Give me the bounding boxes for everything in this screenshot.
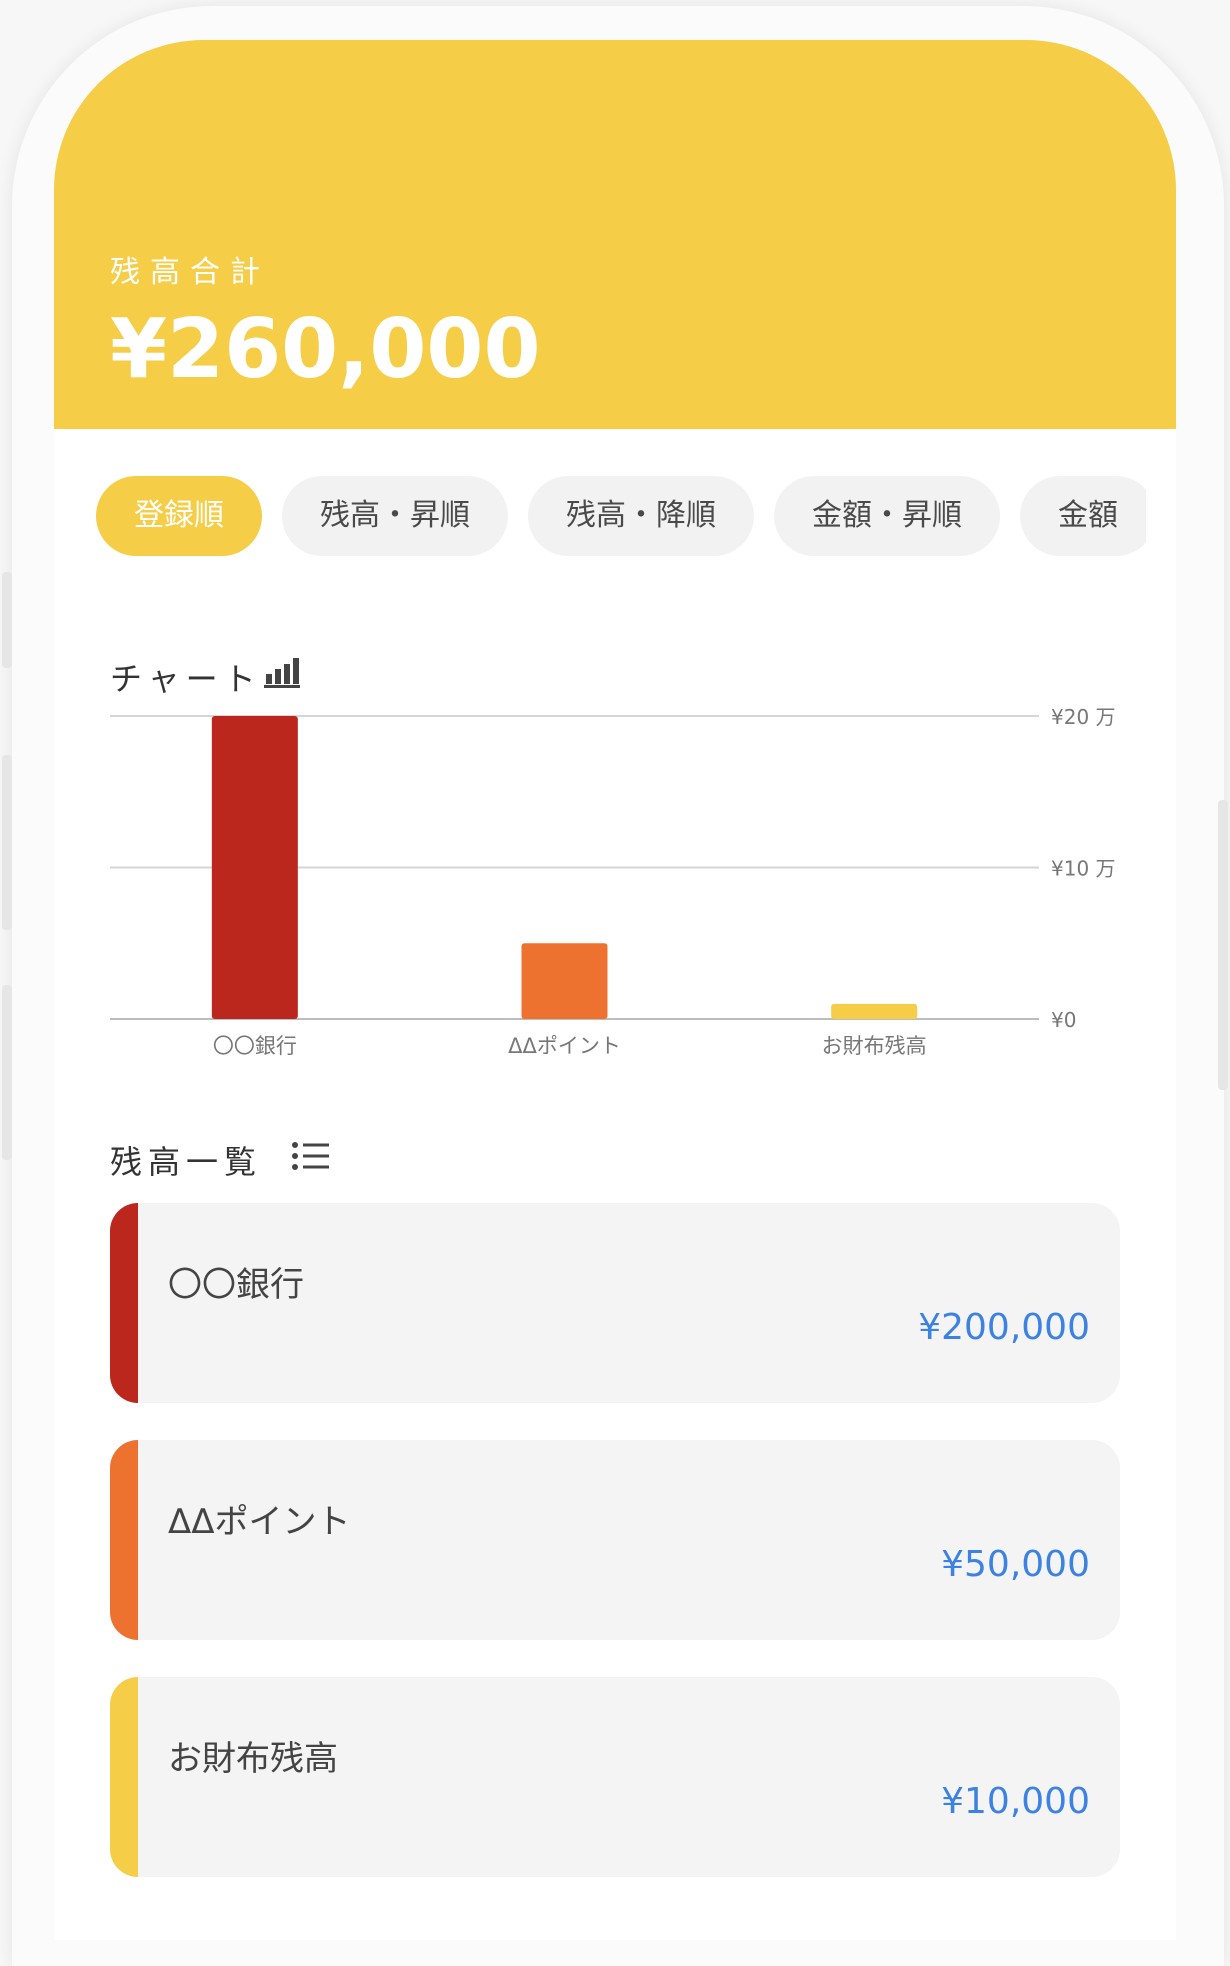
- account-name: 〇〇銀行: [168, 1265, 304, 1305]
- account-list: 〇〇銀行 ¥200,000 ΔΔポイント ¥50,000 お財布残高 ¥10,0…: [110, 1203, 1120, 1914]
- x-category-label: お財布残高: [822, 1034, 927, 1058]
- list-icon: [292, 1142, 329, 1170]
- x-category-label: ΔΔポイント: [508, 1034, 621, 1058]
- y-tick-label: ¥10 万: [1051, 857, 1116, 881]
- balance-chart: ¥20 万 ¥10 万 ¥0 〇〇銀行 ΔΔポイント お財布残高: [110, 705, 1116, 1058]
- account-amount: ¥50,000: [941, 1544, 1090, 1585]
- y-tick-label: ¥0: [1051, 1008, 1076, 1032]
- account-color-stripe: [110, 1677, 138, 1877]
- account-color-stripe: [110, 1203, 138, 1403]
- x-category-label: 〇〇銀行: [213, 1034, 297, 1058]
- account-card-points[interactable]: ΔΔポイント ¥50,000: [110, 1440, 1120, 1640]
- app-screen: 残高合計 ¥260,000 登録順 残高・昇順 残高・降順 金額・昇順 金額 チャート …: [54, 40, 1176, 1940]
- tab-amount-ascending[interactable]: 金額・昇順: [774, 476, 1000, 556]
- total-balance-value: ¥260,000: [110, 302, 541, 397]
- account-amount: ¥10,000: [941, 1781, 1090, 1822]
- y-tick-label: ¥20 万: [1051, 705, 1116, 729]
- tab-balance-ascending[interactable]: 残高・昇順: [282, 476, 508, 556]
- power-button: [1218, 800, 1228, 1090]
- volume-down-button: [2, 985, 12, 1160]
- balance-header: 残高合計 ¥260,000: [54, 40, 1176, 429]
- side-button: [2, 572, 12, 668]
- list-section-title: 残高一覧: [110, 1143, 263, 1181]
- account-name: ΔΔポイント: [168, 1502, 351, 1542]
- account-name: お財布残高: [168, 1739, 338, 1779]
- tab-balance-descending[interactable]: 残高・降順: [528, 476, 754, 556]
- chart-bar[interactable]: [831, 1003, 918, 1019]
- tab-registration-order[interactable]: 登録順: [96, 476, 262, 556]
- chart-bar[interactable]: [521, 943, 608, 1019]
- account-card-wallet[interactable]: お財布残高 ¥10,000: [110, 1677, 1120, 1877]
- sort-tabs: 登録順 残高・昇順 残高・降順 金額・昇順 金額: [96, 476, 1146, 558]
- account-card-bank[interactable]: 〇〇銀行 ¥200,000: [110, 1203, 1120, 1403]
- total-balance-label: 残高合計: [110, 255, 270, 290]
- volume-up-button: [2, 755, 12, 930]
- chart-bar[interactable]: [211, 716, 298, 1019]
- tab-amount[interactable]: 金額: [1020, 476, 1146, 556]
- account-color-stripe: [110, 1440, 138, 1640]
- account-amount: ¥200,000: [918, 1307, 1090, 1348]
